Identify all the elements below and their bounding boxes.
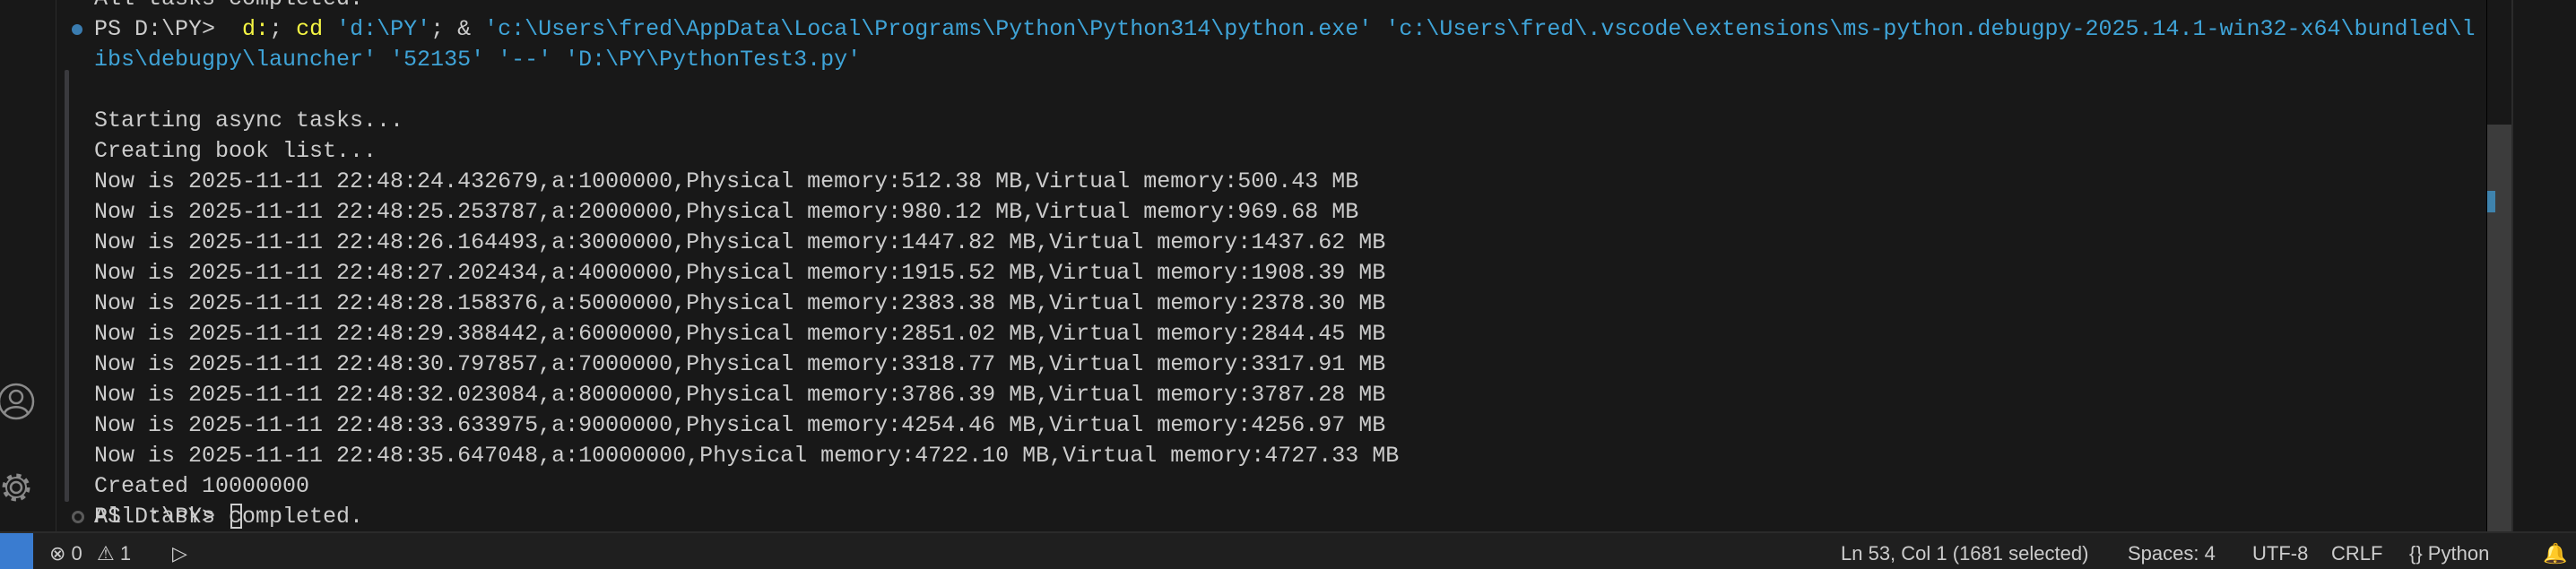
command-segment: ; & — [430, 16, 485, 42]
command-line: PS D:\PY> d:; cd 'd:\PY'; & 'c:\Users\fr… — [94, 14, 2476, 45]
terminal-output-line: Now is 2025-11-11 22:48:26.164493,a:3000… — [94, 229, 1386, 255]
command-segment: d: — [242, 16, 270, 42]
command-segment: 'c:\Users\fred\AppData\Local\Programs\Py… — [484, 16, 1373, 42]
activity-bar — [0, 0, 56, 531]
prompt-line[interactable]: PS D:\PY> — [94, 502, 243, 531]
encoding[interactable]: UTF-8 — [2252, 542, 2308, 565]
terminal-output-line: Now is 2025-11-11 22:48:24.432679,a:1000… — [94, 168, 1359, 194]
warning-count: 1 — [119, 542, 132, 565]
command-segment: 'd:\PY' — [336, 16, 431, 42]
terminal-output-line: Now is 2025-11-11 22:48:25.253787,a:2000… — [94, 199, 1359, 225]
terminal-output-line: Created 10000000 — [94, 473, 310, 499]
command-segment: 'c:\Users\fred\.vscode\extensions\ms-pyt… — [1385, 16, 2476, 42]
command-line-wrapped: ibs\debugpy\launcher' '52135' '--' 'D:\P… — [94, 47, 862, 73]
terminal-gutter-bar — [65, 70, 69, 502]
terminal-line: All tasks completed. — [94, 0, 363, 14]
terminal-cursor — [230, 504, 243, 530]
language-mode[interactable]: {} Python — [2409, 542, 2489, 565]
status-bar: ⊗ 0 ⚠ 1 ▷ Ln 53, Col 1 (1681 selected) S… — [0, 531, 2576, 569]
run-icon[interactable]: ▷ — [172, 542, 187, 565]
terminal-output-line: Now is 2025-11-11 22:48:35.647048,a:1000… — [94, 443, 1400, 469]
account-icon[interactable] — [0, 382, 36, 421]
terminal-output-line: Creating book list... — [94, 138, 377, 164]
errors-indicator[interactable]: ⊗ 0 — [49, 542, 82, 565]
scrollbar-command-marker — [2487, 191, 2495, 212]
command-segment: ; — [269, 16, 297, 42]
warnings-indicator[interactable]: ⚠ 1 — [97, 542, 131, 565]
terminal-panel[interactable]: All tasks completed. PS D:\PY> d:; cd 'd… — [56, 0, 2486, 531]
indentation[interactable]: Spaces: 4 — [2128, 542, 2216, 565]
terminal-output-line: Now is 2025-11-11 22:48:33.633975,a:9000… — [94, 412, 1386, 438]
prompt: PS D:\PY> — [94, 504, 230, 530]
notifications-bell-icon[interactable]: 🔔 — [2543, 542, 2567, 565]
terminal-output-line: Now is 2025-11-11 22:48:27.202434,a:4000… — [94, 260, 1386, 286]
terminal-output-line: Starting async tasks... — [94, 108, 404, 134]
remote-button[interactable] — [0, 533, 33, 569]
settings-gear-icon[interactable] — [0, 468, 36, 507]
command-success-decoration-icon[interactable] — [72, 24, 82, 35]
terminal-output-line: Now is 2025-11-11 22:48:28.158376,a:5000… — [94, 290, 1386, 316]
terminal-output-line: Now is 2025-11-11 22:48:29.388442,a:6000… — [94, 321, 1386, 347]
panel-divider — [2511, 0, 2513, 531]
command-segment: cd — [296, 16, 324, 42]
error-count: 0 — [71, 542, 82, 565]
command-segment: PS D:\PY> — [94, 16, 243, 42]
command-segment — [323, 16, 336, 42]
terminal-output-line: Now is 2025-11-11 22:48:32.023084,a:8000… — [94, 382, 1386, 408]
cursor-position[interactable]: Ln 53, Col 1 (1681 selected) — [1841, 542, 2088, 565]
end-of-line[interactable]: CRLF — [2331, 542, 2382, 565]
terminal-output-line: Now is 2025-11-11 22:48:30.797857,a:7000… — [94, 351, 1386, 377]
terminal-scrollbar-thumb[interactable] — [2487, 125, 2511, 531]
command-pending-decoration-icon[interactable] — [72, 511, 84, 523]
command-segment — [1372, 16, 1385, 42]
